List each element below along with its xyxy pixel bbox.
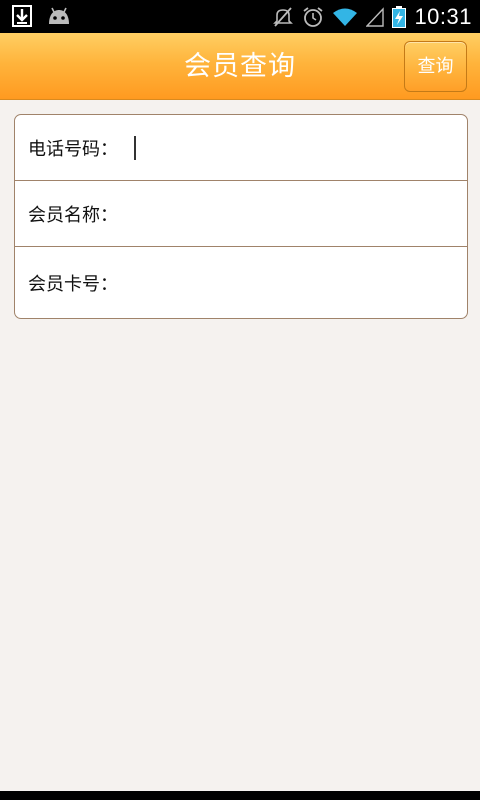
- phone-input[interactable]: [118, 115, 467, 180]
- status-right-icons: 10:31: [272, 0, 472, 33]
- mute-icon: [272, 6, 294, 28]
- text-cursor: [134, 136, 136, 160]
- status-time: 10:31: [414, 3, 472, 29]
- member-name-label: 会员名称：: [28, 204, 118, 226]
- card-number-input[interactable]: [118, 247, 467, 318]
- wifi-icon: [332, 7, 358, 27]
- signal-icon: [366, 6, 385, 27]
- phone-label: 电话号码：: [28, 138, 118, 160]
- status-left-icons: [12, 5, 72, 27]
- phone-row: 电话号码：: [15, 115, 467, 181]
- alarm-icon: [302, 6, 324, 28]
- member-name-row: 会员名称：: [15, 181, 467, 247]
- card-number-row: 会员卡号：: [15, 247, 467, 318]
- title-bar: 会员查询 查询: [0, 33, 480, 100]
- member-name-input[interactable]: [118, 181, 467, 246]
- battery-charging-icon: [392, 5, 407, 28]
- member-search-form: 电话号码： 会员名称： 会员卡号：: [14, 114, 468, 319]
- card-number-label: 会员卡号：: [28, 273, 118, 295]
- download-icon: [12, 5, 32, 27]
- bottom-system-bar: [0, 791, 480, 800]
- query-button[interactable]: 查询: [404, 41, 467, 92]
- android-icon: [46, 6, 72, 26]
- status-bar: 10:31: [0, 0, 480, 33]
